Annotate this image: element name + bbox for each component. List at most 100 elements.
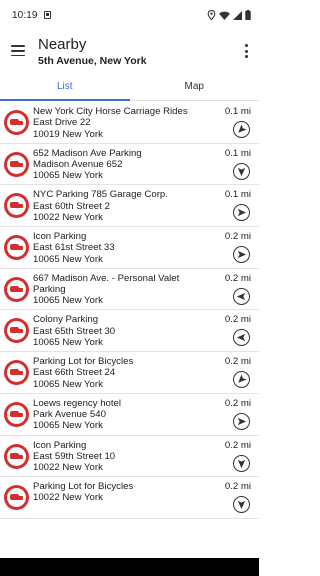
place-distance: 0.2 mi xyxy=(224,397,251,409)
place-name: New York City Horse Carriage Rides xyxy=(33,106,188,117)
place-text: 667 Madison Ave. - Personal Valet Parking… xyxy=(33,273,213,307)
place-distance: 0.1 mi xyxy=(224,189,251,201)
list-item[interactable]: Parking Lot for Bicycles East 66th Street… xyxy=(0,352,259,394)
location-icon xyxy=(207,10,216,20)
list-item[interactable]: Icon Parking East 59th Street 10 10022 New… xyxy=(0,436,259,478)
list-item[interactable]: Colony Parking East 65th Street 30 10065 N… xyxy=(0,310,259,353)
tab-map[interactable]: Map xyxy=(130,75,260,100)
parking-logo-icon xyxy=(4,318,29,344)
place-city: 10065 New York xyxy=(33,337,103,349)
place-name: NYC Parking 785 Garage Corp. xyxy=(33,189,168,201)
direction-arrow-icon xyxy=(236,292,246,300)
parking-logo-icon xyxy=(4,485,29,511)
place-text: Parking Lot for Bicycles 10022 New York xyxy=(33,481,213,504)
list-item[interactable]: Icon Parking East 61st Street 33 10065 New… xyxy=(0,227,259,269)
place-text: New York City Horse Carriage Rides East D… xyxy=(33,106,213,140)
parking-logo-icon xyxy=(4,151,29,177)
place-text: Colony Parking East 65th Street 30 10065 N… xyxy=(33,314,213,348)
direction-arrow-icon xyxy=(237,250,247,259)
list-item[interactable]: Loews regency hotel Park Avenue 540 10065 … xyxy=(0,394,259,436)
direction-button[interactable] xyxy=(233,496,250,514)
parking-logo-icon xyxy=(4,401,29,427)
place-name: Colony Parking xyxy=(33,314,99,326)
battery-icon xyxy=(245,10,251,20)
direction-button[interactable] xyxy=(233,287,250,305)
parking-logo-icon xyxy=(4,193,29,219)
place-name: Loews regency hotel xyxy=(33,397,121,409)
parking-logo-icon xyxy=(4,110,29,135)
place-address: East 60th Street 2 xyxy=(33,200,110,212)
page-title: Nearby xyxy=(38,36,87,53)
place-distance: 0.2 mi xyxy=(224,231,251,243)
place-address: East 66th Street 24 xyxy=(33,367,116,379)
status-time: 10:19 xyxy=(12,9,38,21)
menu-icon[interactable] xyxy=(11,45,25,57)
parking-logo-icon xyxy=(4,443,29,469)
direction-arrow-icon xyxy=(238,374,247,383)
place-city: 10065 New York xyxy=(33,170,103,182)
direction-button[interactable] xyxy=(233,246,250,264)
parking-logo-icon xyxy=(4,235,29,261)
place-city: 10065 New York xyxy=(33,295,103,307)
place-name: Parking Lot for Bicycles xyxy=(33,356,134,368)
direction-button[interactable] xyxy=(233,162,250,180)
direction-arrow-icon xyxy=(237,417,247,425)
place-address: 10022 New York xyxy=(33,492,103,504)
place-distance: 0.2 mi xyxy=(224,272,251,284)
place-name: 667 Madison Ave. - Personal Valet xyxy=(33,272,180,284)
tab-list[interactable]: List xyxy=(0,75,130,101)
direction-button[interactable] xyxy=(233,121,250,138)
system-navigation-bar xyxy=(0,558,259,576)
place-name: Parking Lot for Bicycles xyxy=(33,481,134,493)
place-address: East 61st Street 33 xyxy=(33,242,115,254)
place-address: Park Avenue 540 xyxy=(33,409,106,421)
place-name: Icon Parking xyxy=(33,231,87,243)
place-text: Parking Lot for Bicycles East 66th Street… xyxy=(33,356,213,390)
place-address: East 59th Street 10 xyxy=(33,450,116,462)
place-distance: 0.2 mi xyxy=(224,356,251,368)
place-city: 10022 New York xyxy=(33,462,103,474)
place-address: East 65th Street 30 xyxy=(33,325,116,337)
place-distance: 0.2 mi xyxy=(224,439,251,451)
place-text: 652 Madison Ave Parking Madison Avenue 65… xyxy=(33,148,213,182)
place-city: 10065 New York xyxy=(33,378,103,390)
list-item[interactable]: 667 Madison Ave. - Personal Valet Parking… xyxy=(0,269,259,311)
list-item[interactable]: New York City Horse Carriage Rides East D… xyxy=(0,102,259,144)
place-address: Parking xyxy=(33,284,66,296)
direction-arrow-icon xyxy=(238,124,247,133)
notification-icon xyxy=(43,11,51,19)
place-distance: 0.1 mi xyxy=(224,106,251,117)
place-city: 10065 New York xyxy=(33,253,103,265)
places-list: New York City Horse Carriage Rides East D… xyxy=(0,102,259,519)
direction-arrow-icon xyxy=(237,501,246,510)
direction-button[interactable] xyxy=(233,371,250,389)
place-text: NYC Parking 785 Garage Corp. East 60th St… xyxy=(33,189,213,223)
direction-arrow-icon xyxy=(236,334,246,342)
list-item[interactable]: NYC Parking 785 Garage Corp. East 60th St… xyxy=(0,185,259,228)
direction-button[interactable] xyxy=(233,454,250,472)
tab-bar: List Map xyxy=(0,75,259,101)
place-address: Madison Avenue 652 xyxy=(33,158,123,170)
parking-logo-icon xyxy=(4,360,29,386)
signal-icon xyxy=(233,10,242,20)
direction-button[interactable] xyxy=(233,329,250,347)
list-item[interactable]: 652 Madison Ave Parking Madison Avenue 65… xyxy=(0,144,259,186)
direction-arrow-icon xyxy=(237,167,246,176)
more-options-icon[interactable] xyxy=(241,43,251,59)
place-text: Loews regency hotel Park Avenue 540 10065 … xyxy=(33,398,213,432)
direction-button[interactable] xyxy=(233,412,250,430)
place-name: 652 Madison Ave Parking xyxy=(33,147,142,159)
place-city: 10022 New York xyxy=(33,211,103,223)
status-bar: 10:19 xyxy=(0,0,259,30)
list-item[interactable]: Parking Lot for Bicycles 10022 New York 0.… xyxy=(0,477,259,519)
status-icons xyxy=(207,10,251,20)
place-distance: 0.2 mi xyxy=(224,314,251,326)
direction-button[interactable] xyxy=(233,204,250,222)
place-text: Icon Parking East 61st Street 33 10065 New… xyxy=(33,231,213,265)
page-subtitle: 5th Avenue, New York xyxy=(38,55,147,67)
app-bar: Nearby 5th Avenue, New York xyxy=(0,30,259,75)
place-city: 10019 New York xyxy=(33,128,103,140)
place-text: Icon Parking East 59th Street 10 10022 New… xyxy=(33,440,213,474)
direction-arrow-icon xyxy=(237,209,247,217)
place-address: East Drive 22 xyxy=(33,117,91,129)
